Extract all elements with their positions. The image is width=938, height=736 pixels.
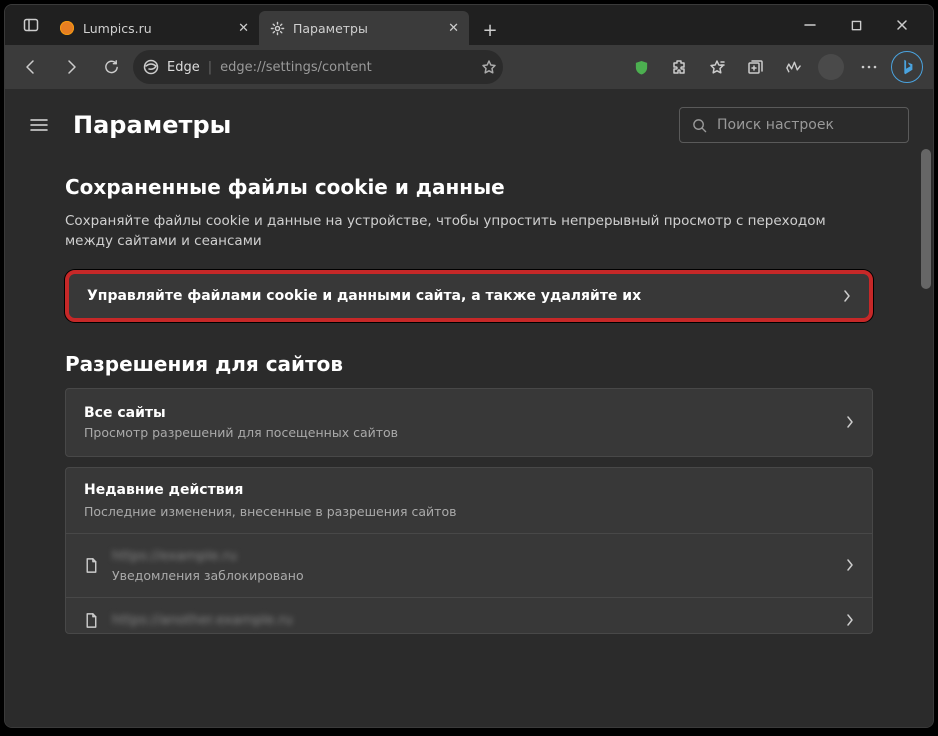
favorites-icon[interactable] [699,50,735,84]
window-controls [787,9,925,41]
edge-icon [143,59,159,75]
card-title: Все сайты [84,405,398,421]
separator: | [208,60,212,75]
collections-icon[interactable] [737,50,773,84]
file-icon [84,557,98,574]
tabs: Lumpics.ru ✕ Параметры ✕ + [49,5,505,45]
refresh-button[interactable] [93,50,129,84]
extensions-icon[interactable] [661,50,697,84]
recent-item[interactable]: https://example.ru Уведомления заблокиро… [66,533,872,597]
chevron-right-icon [846,415,854,429]
chevron-right-icon [843,289,851,303]
back-button[interactable] [13,50,49,84]
recent-header: Недавние действия Последние изменения, в… [66,468,872,533]
recent-item-status: Уведомления заблокировано [112,568,832,583]
manage-cookies-card[interactable]: Управляйте файлами cookie и данными сайт… [65,270,873,322]
card-subtitle: Просмотр разрешений для посещенных сайто… [84,425,398,440]
close-window-button[interactable] [879,9,925,41]
recent-activity-card: Недавние действия Последние изменения, в… [65,467,873,634]
search-icon [692,118,707,133]
address-bar[interactable]: Edge | edge://settings/content [133,50,503,84]
file-icon [84,612,98,629]
recent-item-url: https://example.ru [112,548,832,564]
tab-title: Параметры [293,21,368,36]
search-input[interactable]: Поиск настроек [679,107,909,143]
browser-window: Lumpics.ru ✕ Параметры ✕ + Edge | [4,4,934,728]
search-placeholder: Поиск настроек [717,117,834,133]
settings-content: Параметры Поиск настроек Сохраненные фай… [5,89,933,727]
close-icon[interactable]: ✕ [448,21,459,36]
tab-title: Lumpics.ru [83,21,152,36]
chevron-right-icon [846,558,854,572]
recent-item[interactable]: https://another.example.ru [66,597,872,633]
bing-button[interactable] [889,50,925,84]
chevron-right-icon [846,613,854,627]
tab-settings[interactable]: Параметры ✕ [259,11,469,45]
favorite-icon[interactable] [481,59,497,75]
close-icon[interactable]: ✕ [238,21,249,36]
toolbar-right [623,50,925,84]
permissions-section: Разрешения для сайтов Все сайты Просмотр… [5,342,933,654]
maximize-button[interactable] [833,9,879,41]
section-heading: Сохраненные файлы cookie и данные [65,175,873,199]
gear-icon [269,20,285,36]
address-url: edge://settings/content [220,60,473,75]
forward-button[interactable] [53,50,89,84]
performance-icon[interactable] [775,50,811,84]
profile-button[interactable] [813,50,849,84]
tab-lumpics[interactable]: Lumpics.ru ✕ [49,11,259,45]
cookies-section: Сохраненные файлы cookie и данные Сохран… [5,165,933,342]
recent-item-url: https://another.example.ru [112,612,832,628]
tab-actions-button[interactable] [13,17,49,33]
scrollbar[interactable] [919,89,933,727]
toolbar: Edge | edge://settings/content [5,45,933,89]
settings-header: Параметры Поиск настроек [5,89,933,165]
scrollbar-thumb[interactable] [921,149,931,289]
card-title: Недавние действия [84,482,854,498]
section-heading: Разрешения для сайтов [65,352,873,376]
tab-bar: Lumpics.ru ✕ Параметры ✕ + [5,5,933,45]
section-description: Сохраняйте файлы cookie и данные на устр… [65,211,873,252]
minimize-button[interactable] [787,9,833,41]
menu-button[interactable] [851,50,887,84]
favicon-lumpics [59,20,75,36]
all-sites-card[interactable]: Все сайты Просмотр разрешений для посеще… [65,388,873,457]
new-tab-button[interactable]: + [475,15,505,45]
card-subtitle: Последние изменения, внесенные в разреше… [84,504,854,519]
content-area: Параметры Поиск настроек Сохраненные фай… [5,89,933,727]
hamburger-button[interactable] [21,107,57,143]
shield-icon[interactable] [623,50,659,84]
page-title: Параметры [73,111,231,139]
card-title: Управляйте файлами cookie и данными сайт… [87,288,641,304]
address-label: Edge [167,60,200,75]
